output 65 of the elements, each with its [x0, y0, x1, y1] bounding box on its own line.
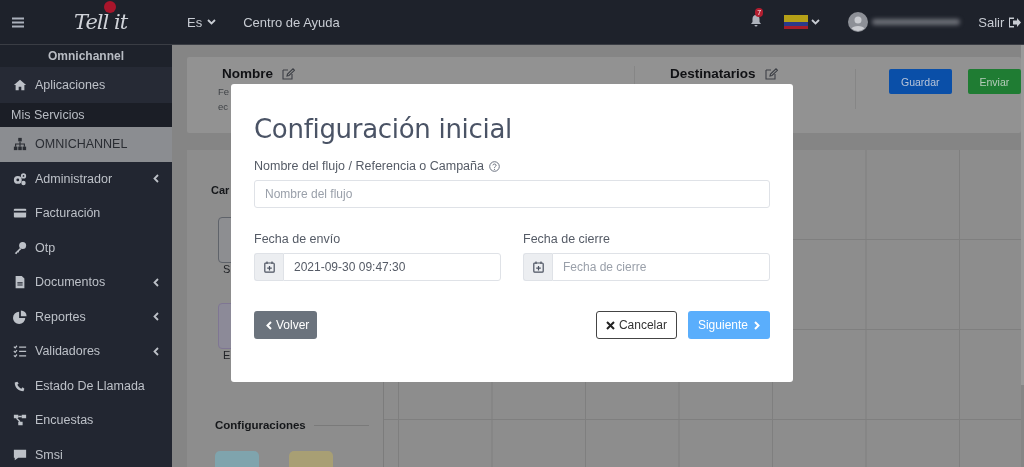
chevron-left-icon — [266, 320, 272, 330]
country-dropdown[interactable] — [784, 15, 821, 29]
tool-caption: E — [223, 349, 231, 361]
save-button[interactable]: Guardar — [889, 69, 952, 94]
sidebar-item[interactable]: Administrador — [0, 161, 172, 196]
flag-icon — [784, 15, 809, 29]
field-label: Nombre del flujo / Referencia o Campaña — [254, 159, 484, 173]
language-dropdown[interactable]: Es — [187, 14, 217, 30]
chevron-right-icon — [754, 320, 760, 330]
sidebar-item[interactable]: Otp — [0, 230, 172, 265]
checklist-icon — [13, 344, 27, 359]
sidebar-item[interactable]: Facturación — [0, 196, 172, 231]
config-tile[interactable] — [289, 451, 333, 467]
document-icon — [13, 275, 27, 290]
back-button[interactable]: Volver — [254, 311, 317, 339]
name-label: Nombre — [222, 66, 273, 81]
panel-heading: Car — [211, 184, 230, 196]
field-label: Fecha de envío — [254, 232, 341, 246]
input-field[interactable]: Nombre del flujo — [254, 180, 770, 208]
key-icon — [13, 240, 27, 255]
close-icon — [605, 320, 615, 330]
sidebar-section-label: Mis Servicios — [0, 103, 172, 127]
calendar-icon — [263, 261, 275, 273]
field-label: Fecha de cierre — [523, 232, 610, 246]
calendar-icon — [532, 261, 544, 273]
description-text: ec — [218, 100, 229, 114]
sidebar-item[interactable]: Validadores — [0, 334, 172, 369]
description-text: Fe — [218, 85, 230, 99]
edit-icon[interactable] — [764, 67, 778, 80]
chat-icon — [13, 447, 27, 462]
sidebar-item[interactable]: Smsi — [0, 437, 172, 467]
menu-icon[interactable] — [12, 16, 24, 28]
caret-icon — [811, 19, 821, 25]
home-icon — [13, 78, 27, 92]
calendar-button[interactable] — [523, 253, 552, 281]
panel-heading: Configuraciones — [215, 419, 306, 431]
help-link[interactable]: Centro de Ayuda — [243, 14, 340, 30]
sidebar-item[interactable]: Documentos — [0, 265, 172, 300]
logout-link[interactable]: Salir — [978, 14, 1022, 30]
gears-icon — [13, 171, 27, 186]
sidebar-item[interactable]: Encuestas — [0, 403, 172, 438]
bell-icon[interactable] — [750, 14, 763, 27]
recipients-label: Destinatarios — [670, 66, 756, 81]
calendar-button[interactable] — [254, 253, 283, 281]
logo[interactable]: Tell it — [74, 10, 128, 34]
tool-caption: S — [223, 263, 231, 275]
date-field[interactable]: Fecha de cierre — [552, 253, 770, 281]
exit-icon — [1009, 16, 1022, 28]
sidebar-item[interactable]: Aplicaciones — [0, 67, 172, 103]
network-icon — [13, 413, 27, 428]
edit-icon[interactable] — [282, 67, 295, 80]
cancel-button[interactable]: Cancelar — [595, 311, 677, 339]
logo-dot-icon — [104, 1, 116, 13]
sidebar-item[interactable]: Reportes — [0, 299, 172, 334]
pie-chart-icon — [13, 309, 27, 324]
help-icon[interactable] — [489, 160, 500, 172]
sitemap-icon — [13, 137, 27, 152]
modal-title: Configuración inicial — [254, 114, 513, 144]
caret-icon — [207, 19, 217, 25]
avatar-icon[interactable] — [848, 12, 869, 32]
sidebar-item[interactable]: OMNICHANNEL — [0, 127, 172, 162]
sidebar-item[interactable]: Estado De Llamada — [0, 368, 172, 403]
sidebar-header: Omnichannel — [0, 45, 172, 67]
date-field[interactable]: 2021-09-30 09:47:30 — [283, 253, 501, 281]
config-tile[interactable] — [215, 451, 259, 467]
